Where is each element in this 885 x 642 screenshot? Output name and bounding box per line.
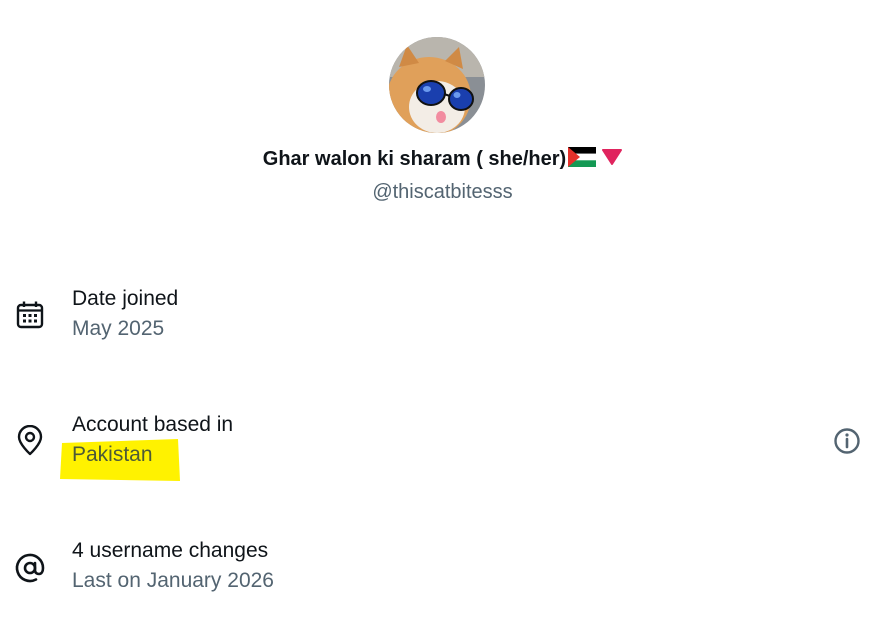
calendar-icon (14, 299, 46, 331)
info-icon[interactable] (832, 426, 862, 456)
username-changes-value: Last on January 2026 (72, 569, 274, 592)
palestine-flag-icon (568, 147, 597, 172)
username: @thiscatbitesss (372, 181, 513, 203)
account-based-in-label: Account based in (72, 413, 234, 436)
account-based-in-value: Pakistan (72, 443, 153, 466)
date-joined-label: Date joined (72, 287, 179, 310)
location-pin-icon (14, 424, 46, 457)
red-heart-icon (602, 148, 623, 171)
display-name-row: Ghar walon ki sharam ( she/her) (0, 147, 885, 172)
username-changes-label: 4 username changes (72, 539, 269, 562)
avatar[interactable] (389, 37, 485, 133)
at-sign-icon (14, 552, 46, 584)
date-joined-value: May 2025 (72, 317, 165, 340)
display-name: Ghar walon ki sharam ( she/her) (262, 148, 567, 170)
